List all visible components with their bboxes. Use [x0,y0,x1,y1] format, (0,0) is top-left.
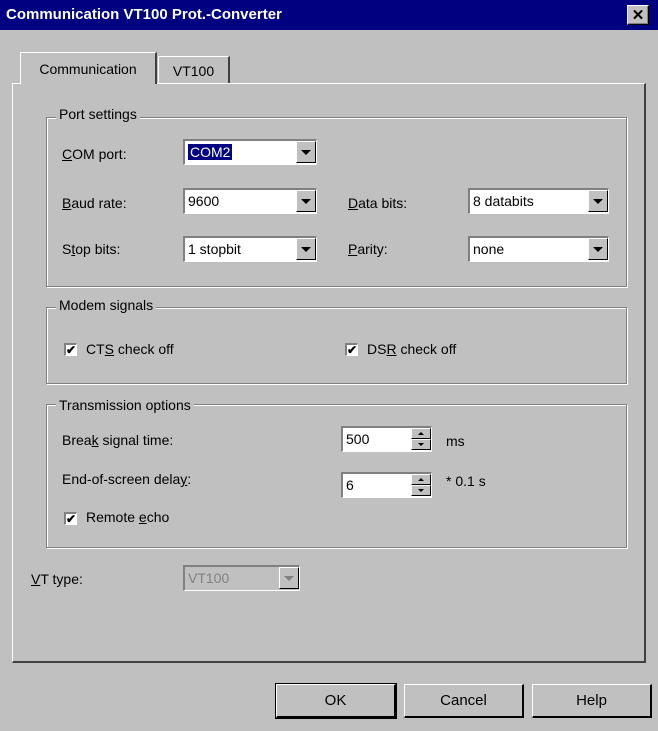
chevron-down-icon[interactable] [296,238,316,260]
ok-button[interactable]: OK [275,683,397,719]
chevron-down-icon[interactable] [279,567,299,589]
tab-communication[interactable]: Communication [20,52,157,84]
modem-signals-label: Modem signals [56,297,157,313]
chevron-down-icon[interactable] [296,141,316,163]
break-signal-time-label: Break signal time: [62,432,174,448]
spin-down-icon[interactable] [411,485,431,496]
cts-checkbox[interactable]: ✔ [64,343,77,356]
transmission-options-label: Transmission options [56,397,194,413]
stop-bits-value: 1 stopbit [188,241,241,257]
break-signal-time-unit: ms [446,433,465,449]
stop-bits-label: Stop bits: [62,241,121,257]
port-settings-label: Port settings [56,106,140,122]
cts-label[interactable]: CTS check off [86,341,174,357]
data-bits-value: 8 databits [473,193,534,209]
vt-type-value: VT100 [188,570,230,586]
vt-type-select[interactable]: VT100 [183,565,300,591]
spin-up-icon[interactable] [411,428,431,439]
spin-up-icon[interactable] [411,474,431,485]
end-of-screen-delay-spinner[interactable]: 6 [341,472,432,498]
close-icon[interactable]: ✕ [627,5,649,25]
end-of-screen-delay-label: End-of-screen delay: [62,471,192,487]
tab-communication-label: Communication [39,60,137,77]
window-title: Communication VT100 Prot.-Converter [6,6,282,23]
parity-label: Parity: [348,241,388,257]
spin-down-icon[interactable] [411,439,431,450]
tab-vt100-label: VT100 [172,62,215,79]
remote-echo-checkbox[interactable]: ✔ [64,512,77,525]
break-signal-time-value: 500 [346,431,370,447]
title-bar[interactable]: Communication VT100 Prot.-Converter ✕ [0,0,658,30]
data-bits-select[interactable]: 8 databits [468,188,609,214]
dsr-checkbox[interactable]: ✔ [345,343,358,356]
baud-rate-label: Baud rate: [62,195,127,211]
baud-rate-value: 9600 [188,193,220,209]
tab-vt100[interactable]: VT100 [158,56,230,84]
cancel-button[interactable]: Cancel [404,684,524,718]
com-port-label: COM port: [62,146,127,162]
end-of-screen-delay-unit: * 0.1 s [446,473,486,489]
chevron-down-icon[interactable] [296,190,316,212]
break-signal-time-spinner[interactable]: 500 [341,426,432,452]
baud-rate-select[interactable]: 9600 [183,188,317,214]
data-bits-label: Data bits: [348,195,408,211]
parity-select[interactable]: none [468,236,609,262]
com-port-select[interactable]: COM2 [183,139,317,165]
end-of-screen-delay-value: 6 [346,477,354,493]
dsr-label[interactable]: DSR check off [367,341,456,357]
remote-echo-label[interactable]: Remote echo [86,509,169,525]
com-port-value: COM2 [186,143,234,161]
help-button[interactable]: Help [532,684,652,718]
close-glyph: ✕ [631,6,645,24]
parity-value: none [473,241,505,257]
stop-bits-select[interactable]: 1 stopbit [183,236,317,262]
vt-type-label: VT type: [31,571,83,587]
chevron-down-icon[interactable] [588,238,608,260]
chevron-down-icon[interactable] [588,190,608,212]
